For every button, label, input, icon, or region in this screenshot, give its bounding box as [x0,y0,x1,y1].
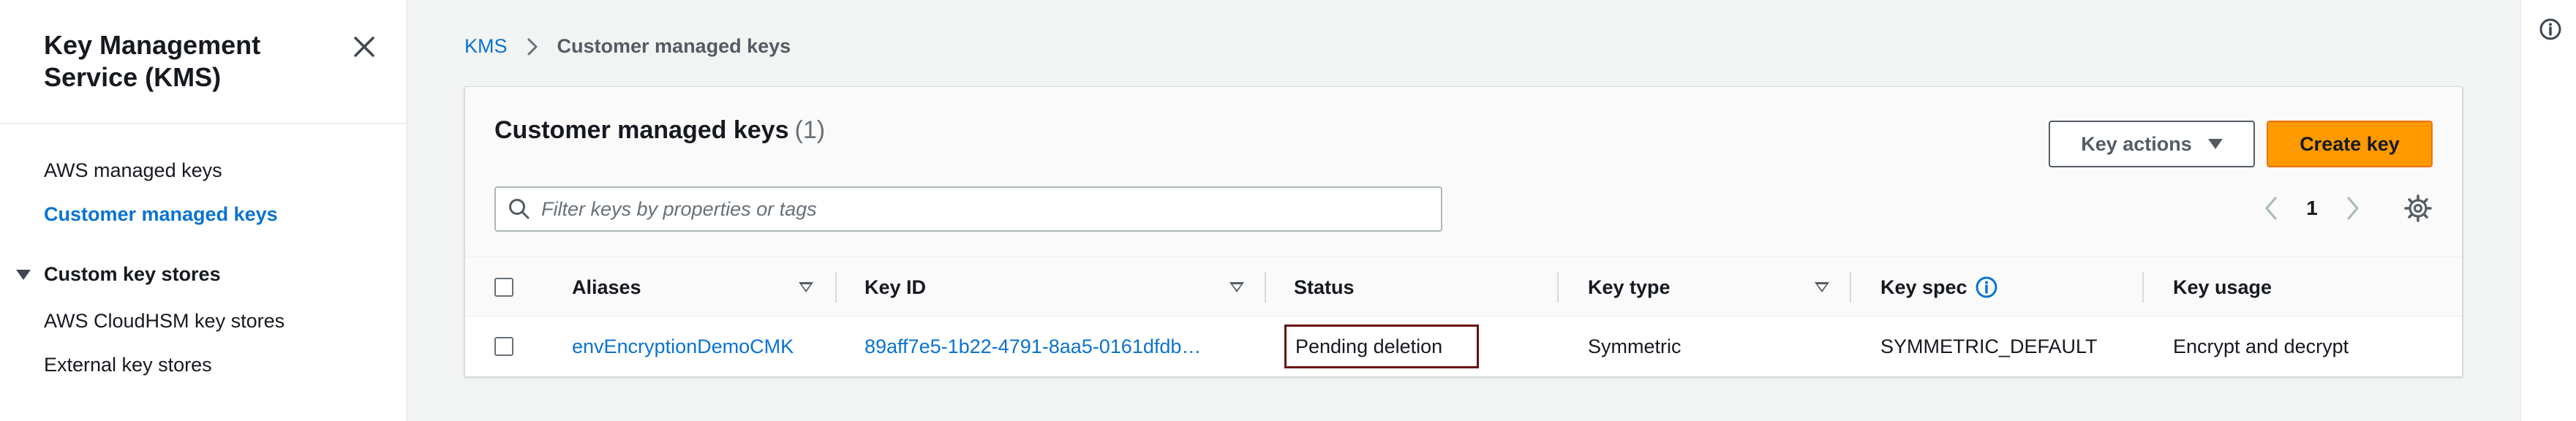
column-header-status[interactable]: Status [1294,257,1355,317]
search-input[interactable] [541,197,1419,221]
alias-cell: envEncryptionDemoCMK [572,316,821,376]
breadcrumb-current: Customer managed keys [557,35,791,57]
row-select-cell [494,316,513,376]
column-header-key-id[interactable]: Key ID [865,257,926,317]
sidebar-section-label: Custom key stores [44,263,221,285]
key-id-link[interactable]: 89aff7e5-1b22-4791-8aa5-0161dfdb… [865,335,1201,358]
sidebar: Key Management Service (KMS) AWS managed… [0,0,407,421]
sidebar-item-cloudhsm-key-stores[interactable]: AWS CloudHSM key stores [44,310,285,333]
search-field[interactable] [494,186,1442,232]
search-icon [509,199,530,219]
caret-down-icon [16,269,31,280]
panel-count: (1) [794,116,826,144]
column-divider[interactable] [2142,272,2144,303]
column-header-key-spec[interactable]: Key spec [1880,257,1998,317]
help-rail [2520,0,2576,421]
select-all-cell [494,257,513,317]
sidebar-item-external-key-stores[interactable]: External key stores [44,354,212,376]
sort-icon[interactable] [1815,282,1829,292]
alias-link[interactable]: envEncryptionDemoCMK [572,335,794,358]
column-header-key-type[interactable]: Key type [1588,257,1671,317]
sidebar-title: Key Management Service (KMS) [44,30,261,92]
status-badge: Pending deletion [1284,325,1479,368]
column-divider[interactable] [835,272,837,303]
key-id-cell: 89aff7e5-1b22-4791-8aa5-0161dfdb… [865,316,1245,376]
panel-header: Customer managed keys (1) Key actions Cre… [465,87,2462,257]
create-key-label: Create key [2300,132,2400,155]
column-header-aliases[interactable]: Aliases [572,257,641,317]
table-row[interactable]: envEncryptionDemoCMK 89aff7e5-1b22-4791-… [465,316,2462,376]
breadcrumb: KMS Customer managed keys [464,35,791,58]
page-number[interactable]: 1 [2286,197,2338,220]
chevron-right-icon [518,37,547,57]
main-content: KMS Customer managed keys Customer manag… [407,0,2520,421]
sidebar-header: Key Management Service (KMS) [0,0,406,124]
table-header: Aliases Key ID Status Key type Key spec … [465,257,2462,316]
row-checkbox[interactable] [494,337,513,356]
sort-icon[interactable] [799,282,813,292]
keys-table-panel: Customer managed keys (1) Key actions Cre… [464,86,2463,376]
key-type-cell: Symmetric [1588,335,1681,357]
column-divider[interactable] [1850,272,1851,303]
select-all-checkbox[interactable] [494,278,513,297]
info-icon[interactable] [2539,18,2562,41]
column-divider[interactable] [1265,272,1266,303]
create-key-button[interactable]: Create key [2267,121,2433,167]
breadcrumb-kms-link[interactable]: KMS [464,35,508,58]
column-header-key-spec-label: Key spec [1880,276,1967,298]
panel-title-text: Customer managed keys [494,116,789,144]
panel-title: Customer managed keys (1) [494,116,825,145]
sidebar-section-custom-key-stores[interactable]: Custom key stores [16,263,221,286]
key-spec-cell: SYMMETRIC_DEFAULT [1880,335,2098,357]
close-icon[interactable] [348,31,380,63]
gear-icon[interactable] [2403,194,2433,223]
key-usage-cell: Encrypt and decrypt [2173,335,2349,357]
column-header-key-usage[interactable]: Key usage [2173,257,2272,317]
column-divider[interactable] [1557,272,1559,303]
sort-icon[interactable] [1229,282,1244,292]
status-cell: Pending deletion [1284,316,1479,376]
info-icon[interactable] [1975,276,1998,299]
key-actions-button[interactable]: Key actions [2049,121,2255,167]
chevron-left-icon[interactable] [2257,192,2286,224]
chevron-right-icon[interactable] [2338,192,2367,224]
sidebar-item-aws-managed-keys[interactable]: AWS managed keys [44,159,222,182]
caret-down-icon [2207,139,2223,149]
key-actions-label: Key actions [2081,132,2192,155]
sidebar-item-customer-managed-keys[interactable]: Customer managed keys [44,203,278,226]
pagination: 1 [2257,188,2367,229]
